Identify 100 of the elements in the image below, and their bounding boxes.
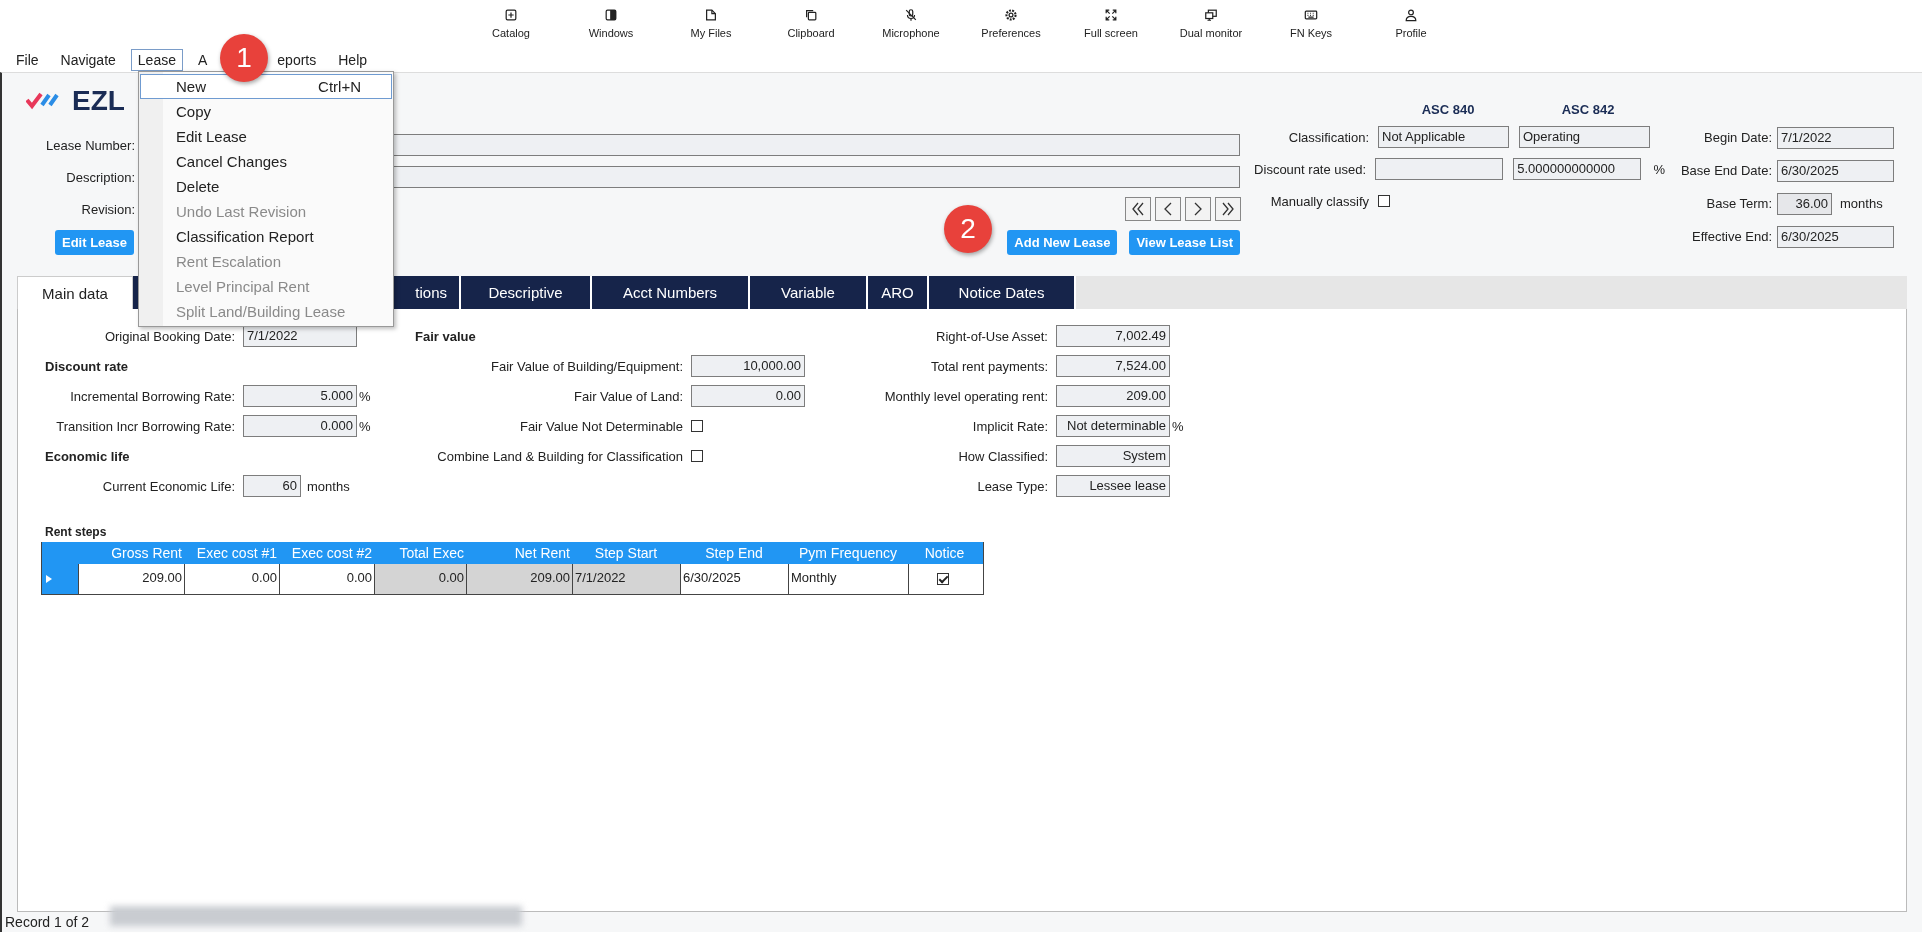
toolbar-label[interactable]: Full screen bbox=[1084, 27, 1138, 39]
tab[interactable]: Variable bbox=[750, 276, 868, 309]
plus-square-icon[interactable] bbox=[504, 8, 518, 22]
unit-label: % bbox=[359, 388, 371, 404]
menu-item[interactable]: New Ctrl+N bbox=[140, 74, 392, 99]
field-label: How Classified: bbox=[957, 448, 1048, 464]
table-cell[interactable]: 0.00 bbox=[279, 564, 374, 594]
field-label: Lease Number: bbox=[45, 137, 135, 153]
column-header: Net Rent bbox=[513, 544, 571, 563]
toolbar-label[interactable]: Windows bbox=[588, 27, 634, 39]
logo-text: EZL bbox=[72, 85, 125, 117]
field-label: Lease Type: bbox=[976, 478, 1048, 494]
table-cell[interactable]: 209.00 bbox=[78, 564, 184, 594]
input-field[interactable]: Not determinable bbox=[1056, 415, 1170, 437]
section-heading: Fair value bbox=[414, 328, 476, 344]
double-chevron-right-icon bbox=[1220, 201, 1236, 217]
input-field[interactable]: Lessee lease bbox=[1056, 475, 1170, 497]
field-label: Fair Value of Land: bbox=[573, 388, 683, 404]
input-field[interactable]: Operating bbox=[1519, 126, 1650, 148]
record-counter: Record 1 of 2 bbox=[4, 914, 90, 930]
settings-icon[interactable] bbox=[1004, 8, 1018, 22]
input-field[interactable]: 7,524.00 bbox=[1056, 355, 1170, 377]
checkbox-label: Combine Land & Building for Classification bbox=[436, 448, 683, 464]
file-icon[interactable] bbox=[704, 8, 718, 22]
toolbar-label[interactable]: Dual monitor bbox=[1179, 27, 1243, 39]
section-heading: Rent steps bbox=[45, 525, 108, 539]
column-header: Notice bbox=[923, 544, 966, 563]
tab[interactable]: Descriptive bbox=[461, 276, 592, 309]
column-heading: ASC 842 bbox=[1560, 102, 1616, 117]
menu-item[interactable]: Navigate bbox=[53, 48, 123, 71]
menu-item[interactable]: Delete bbox=[140, 174, 392, 199]
menu-item[interactable]: Lease bbox=[130, 48, 183, 71]
last-button[interactable] bbox=[1215, 197, 1241, 221]
menu-item[interactable]: eports bbox=[270, 48, 324, 71]
toolbar-label[interactable]: FN Keys bbox=[1289, 27, 1333, 39]
section-heading: Discount rate bbox=[44, 358, 129, 374]
input-field[interactable]: 5.000 bbox=[243, 385, 357, 407]
keyboard-icon[interactable] bbox=[1304, 8, 1318, 22]
input-field[interactable]: 7/1/2022 bbox=[1777, 126, 1894, 149]
double-chevron-left-icon bbox=[1130, 201, 1146, 217]
input-field[interactable]: 60 bbox=[243, 475, 301, 497]
input-field[interactable]: 10,000.00 bbox=[691, 355, 805, 377]
unit-label: months bbox=[1840, 196, 1883, 211]
menu-item[interactable]: Classification Report bbox=[140, 224, 392, 249]
table-cell[interactable]: 7/1/2022 bbox=[572, 564, 680, 594]
menu-item[interactable]: File bbox=[9, 48, 46, 71]
tab[interactable]: Notice Dates bbox=[929, 276, 1076, 309]
input-field[interactable]: 7,002.49 bbox=[1056, 325, 1170, 347]
input-field[interactable]: System bbox=[1056, 445, 1170, 467]
input-field[interactable]: 6/30/2025 bbox=[1777, 159, 1894, 182]
input-field[interactable]: 0.00 bbox=[691, 385, 805, 407]
monitors-icon[interactable] bbox=[1204, 8, 1218, 22]
input-field[interactable]: 209.00 bbox=[1056, 385, 1170, 407]
first-button[interactable] bbox=[1125, 197, 1151, 221]
user-icon[interactable] bbox=[1404, 8, 1418, 22]
field-label: Fair Value of Building/Equipment: bbox=[490, 358, 683, 374]
checkbox[interactable] bbox=[937, 573, 949, 585]
table-cell[interactable]: 209.00 bbox=[466, 564, 572, 594]
field-label: Effective End: bbox=[1691, 229, 1772, 244]
menu-item[interactable]: Cancel Changes bbox=[140, 149, 392, 174]
input-field[interactable] bbox=[1375, 158, 1504, 180]
copy-icon[interactable] bbox=[804, 8, 818, 22]
toolbar-label[interactable]: Profile bbox=[1395, 27, 1427, 39]
input-field[interactable]: 0.000 bbox=[243, 415, 357, 437]
microphone-off-icon[interactable] bbox=[904, 8, 918, 22]
field-label: Transition Incr Borrowing Rate: bbox=[55, 418, 235, 434]
tab[interactable]: Acct Numbers bbox=[592, 276, 750, 309]
menu-item[interactable]: Copy bbox=[140, 99, 392, 124]
checkbox[interactable] bbox=[691, 450, 703, 462]
toolbar-label[interactable]: Preferences bbox=[981, 27, 1041, 39]
fullscreen-icon[interactable] bbox=[1104, 8, 1118, 22]
field-label: Base Term: bbox=[1705, 196, 1772, 211]
column-header: Exec cost #2 bbox=[290, 544, 373, 563]
input-field[interactable]: 6/30/2025 bbox=[1777, 225, 1894, 248]
toolbar-label[interactable]: Clipboard bbox=[787, 27, 835, 39]
unit-label: months bbox=[307, 478, 350, 494]
checkbox[interactable] bbox=[1378, 195, 1390, 207]
field-label: Monthly level operating rent: bbox=[883, 388, 1048, 404]
input-field[interactable]: 7/1/2022 bbox=[243, 325, 357, 347]
input-field[interactable]: Not Applicable bbox=[1378, 126, 1509, 148]
menu-item[interactable]: Edit Lease bbox=[140, 124, 392, 149]
menu-item[interactable]: Help bbox=[331, 48, 375, 71]
field-label: Current Economic Life: bbox=[101, 478, 235, 494]
field-label: Implicit Rate: bbox=[971, 418, 1048, 434]
tab[interactable]: ARO bbox=[868, 276, 929, 309]
tab[interactable]: Main data bbox=[17, 276, 133, 309]
toolbar-label[interactable]: My Files bbox=[690, 27, 732, 39]
input-field[interactable]: 5.000000000000 bbox=[1513, 158, 1642, 180]
menu-item[interactable]: A bbox=[191, 48, 215, 71]
table-cell[interactable]: 0.00 bbox=[184, 564, 279, 594]
table-cell[interactable]: 0.00 bbox=[374, 564, 466, 594]
field-label: Discount rate used: bbox=[1253, 161, 1367, 177]
checkbox[interactable] bbox=[691, 420, 703, 432]
column-header: Gross Rent bbox=[110, 544, 183, 563]
toolbar-label[interactable]: Microphone bbox=[882, 27, 940, 39]
unit-label: % bbox=[1653, 161, 1665, 177]
toolbar-label[interactable]: Catalog bbox=[492, 27, 530, 39]
window-icon[interactable] bbox=[604, 8, 618, 22]
input-field[interactable]: 36.00 bbox=[1777, 192, 1832, 215]
callout-badge: 1 bbox=[220, 34, 268, 82]
